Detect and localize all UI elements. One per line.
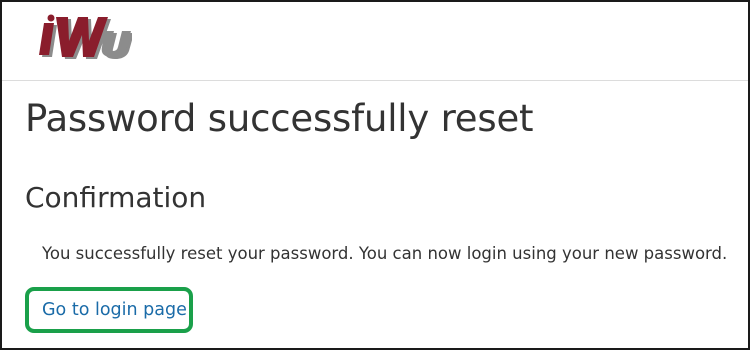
iwu-logo[interactable] bbox=[38, 13, 132, 63]
page-title: Password successfully reset bbox=[25, 97, 534, 140]
go-to-login-link[interactable]: Go to login page bbox=[42, 300, 187, 320]
confirmation-heading: Confirmation bbox=[25, 181, 207, 214]
site-header bbox=[2, 2, 748, 81]
reset-success-message: You successfully reset your password. Yo… bbox=[42, 244, 728, 263]
